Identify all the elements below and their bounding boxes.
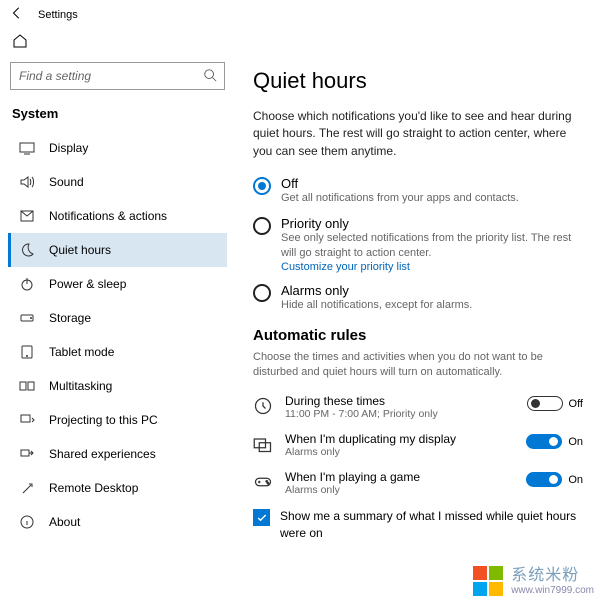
option-label: Priority only xyxy=(281,216,573,231)
multitasking-icon xyxy=(19,378,35,394)
rule-sub: 11:00 PM - 7:00 AM; Priority only xyxy=(285,408,515,420)
sidebar-item-label: Display xyxy=(49,141,88,155)
sidebar-item-label: About xyxy=(49,515,80,529)
option-alarms[interactable]: Alarms only Hide all notifications, exce… xyxy=(253,283,573,313)
storage-icon xyxy=(19,310,35,326)
radio-icon xyxy=(253,217,271,235)
page-lead: Choose which notifications you'd like to… xyxy=(253,108,573,160)
toggle-state: Off xyxy=(569,398,583,410)
window-title: Settings xyxy=(38,9,78,21)
duplicate-display-icon xyxy=(253,434,273,454)
power-icon xyxy=(19,276,35,292)
sidebar-item-about[interactable]: About xyxy=(8,505,227,539)
sidebar-item-projecting[interactable]: Projecting to this PC xyxy=(8,403,227,437)
sidebar-item-display[interactable]: Display xyxy=(8,131,227,165)
shared-icon xyxy=(19,446,35,462)
toggle-state: On xyxy=(568,436,583,448)
option-off[interactable]: Off Get all notifications from your apps… xyxy=(253,176,573,206)
game-controller-icon xyxy=(253,472,273,492)
option-priority[interactable]: Priority only See only selected notifica… xyxy=(253,216,573,273)
option-label: Alarms only xyxy=(281,283,472,298)
nav-list: Display Sound Notifications & actions Qu… xyxy=(8,131,227,539)
sidebar-item-label: Multitasking xyxy=(49,379,112,393)
home-button[interactable] xyxy=(12,38,28,52)
rule-sub: Alarms only xyxy=(285,446,514,458)
customize-priority-link[interactable]: Customize your priority list xyxy=(281,261,573,273)
sidebar-item-shared[interactable]: Shared experiences xyxy=(8,437,227,471)
sidebar-item-label: Notifications & actions xyxy=(49,209,167,223)
rule-title: When I'm playing a game xyxy=(285,470,514,484)
info-icon xyxy=(19,514,35,530)
automatic-rules-heading: Automatic rules xyxy=(253,327,590,344)
option-sub: Hide all notifications, except for alarm… xyxy=(281,298,472,313)
rule-during-times[interactable]: During these times 11:00 PM - 7:00 AM; P… xyxy=(253,394,583,420)
automatic-rules-lead: Choose the times and activities when you… xyxy=(253,350,563,381)
option-sub: See only selected notifications from the… xyxy=(281,231,573,261)
sidebar-item-label: Projecting to this PC xyxy=(49,413,158,427)
notifications-icon xyxy=(19,208,35,224)
sidebar-item-remote[interactable]: Remote Desktop xyxy=(8,471,227,505)
radio-icon xyxy=(253,177,271,195)
rule-title: During these times xyxy=(285,394,515,408)
sidebar-item-storage[interactable]: Storage xyxy=(8,301,227,335)
sidebar: System Display Sound Notifications & act… xyxy=(0,60,235,600)
category-heading: System xyxy=(8,100,227,131)
sidebar-item-label: Quiet hours xyxy=(49,243,111,257)
moon-icon xyxy=(19,242,35,258)
sidebar-item-tablet[interactable]: Tablet mode xyxy=(8,335,227,369)
sound-icon xyxy=(19,174,35,190)
toggle-state: On xyxy=(568,474,583,486)
sidebar-item-quiet-hours[interactable]: Quiet hours xyxy=(8,233,227,267)
watermark: 系统米粉 www.win7999.com xyxy=(473,561,594,596)
rule-title: When I'm duplicating my display xyxy=(285,432,514,446)
microsoft-logo-icon xyxy=(473,566,503,596)
page-title: Quiet hours xyxy=(253,68,590,94)
radio-icon xyxy=(253,284,271,302)
toggle-switch[interactable] xyxy=(526,434,562,449)
sidebar-item-label: Power & sleep xyxy=(49,277,126,291)
rule-playing-game[interactable]: When I'm playing a game Alarms only On xyxy=(253,470,583,496)
tablet-icon xyxy=(19,344,35,360)
rule-duplicating-display[interactable]: When I'm duplicating my display Alarms o… xyxy=(253,432,583,458)
rule-sub: Alarms only xyxy=(285,484,514,496)
toggle-switch[interactable] xyxy=(526,472,562,487)
back-button[interactable] xyxy=(10,6,24,23)
sidebar-item-notifications[interactable]: Notifications & actions xyxy=(8,199,227,233)
sidebar-item-label: Storage xyxy=(49,311,91,325)
main-content: Quiet hours Choose which notifications y… xyxy=(235,60,600,600)
toggle-switch[interactable] xyxy=(527,396,563,411)
display-icon xyxy=(19,140,35,156)
option-sub: Get all notifications from your apps and… xyxy=(281,191,519,206)
sidebar-item-label: Tablet mode xyxy=(49,345,114,359)
sidebar-item-label: Shared experiences xyxy=(49,447,156,461)
remote-icon xyxy=(19,480,35,496)
sidebar-item-multitasking[interactable]: Multitasking xyxy=(8,369,227,403)
watermark-text: 系统米粉 xyxy=(511,561,594,585)
sidebar-item-label: Remote Desktop xyxy=(49,481,138,495)
watermark-url: www.win7999.com xyxy=(511,585,594,596)
search-icon xyxy=(203,68,217,85)
sidebar-item-sound[interactable]: Sound xyxy=(8,165,227,199)
projecting-icon xyxy=(19,412,35,428)
summary-checkbox[interactable] xyxy=(253,509,270,526)
search-input[interactable] xyxy=(10,62,225,90)
clock-icon xyxy=(253,396,273,416)
option-label: Off xyxy=(281,176,519,191)
sidebar-item-label: Sound xyxy=(49,175,84,189)
sidebar-item-power[interactable]: Power & sleep xyxy=(8,267,227,301)
summary-label: Show me a summary of what I missed while… xyxy=(280,508,583,540)
